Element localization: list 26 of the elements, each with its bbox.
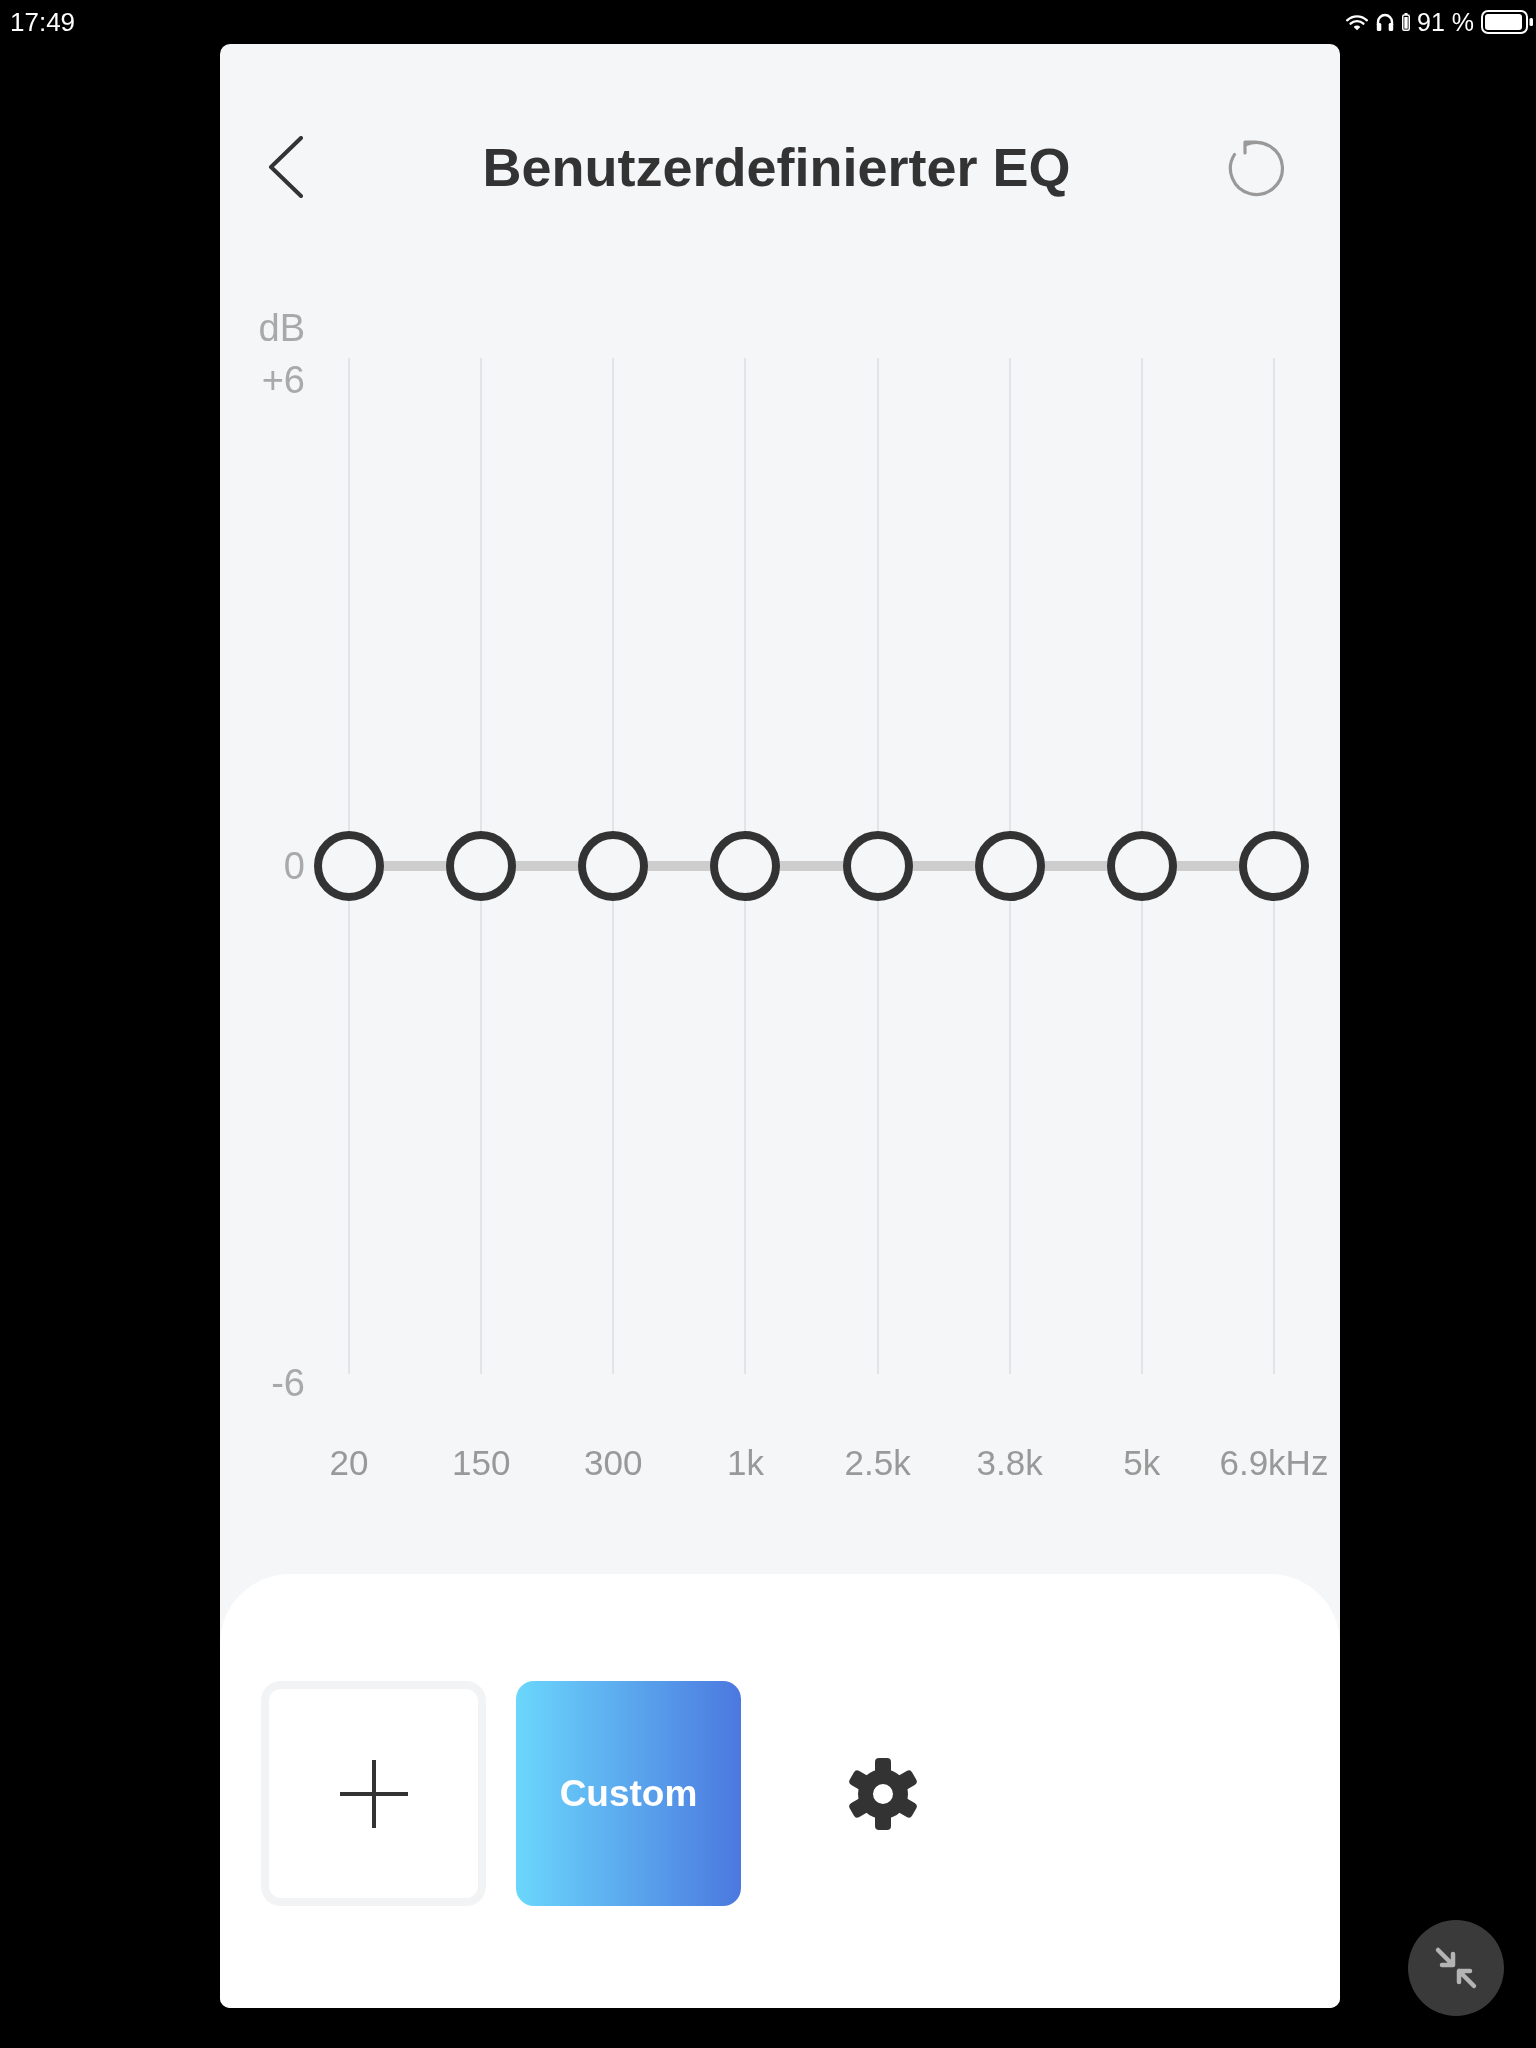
preset-button[interactable]: Custom (516, 1681, 741, 1906)
back-button[interactable] (268, 136, 304, 198)
band-frequency-label: 2.5k (844, 1443, 911, 1483)
battery-icon (1481, 10, 1533, 34)
band-frequency-label: 150 (452, 1443, 511, 1483)
status-time: 17:49 (10, 7, 76, 37)
battery-percentage: 91 % (1417, 7, 1474, 37)
small-battery-icon (1402, 13, 1410, 31)
band-frequency-label: 5k (1123, 1443, 1161, 1483)
wifi-icon (1346, 13, 1368, 31)
band-frequency-label: 3.8k (976, 1443, 1043, 1483)
page-title: Benutzerdefinierter EQ (482, 136, 1071, 199)
band-frequency-label: 1k (726, 1443, 764, 1483)
settings-icon (848, 1757, 918, 1830)
band-frequency-label: 20 (329, 1443, 369, 1483)
band-frequency-label: 300 (584, 1443, 643, 1483)
headphones-icon (1375, 12, 1395, 32)
axis-unit-label: dB (258, 308, 305, 348)
axis-tick-label: 0 (283, 846, 305, 886)
axis-tick-label: +6 (261, 360, 305, 400)
back-icon (268, 136, 304, 198)
axis-tick-label: -6 (271, 1363, 305, 1403)
collapse-arrows-icon (1434, 1946, 1478, 1990)
band-frequency-label: 6.9kHz (1219, 1443, 1329, 1483)
plus-icon (339, 1759, 408, 1828)
settings-button[interactable] (848, 1757, 918, 1830)
